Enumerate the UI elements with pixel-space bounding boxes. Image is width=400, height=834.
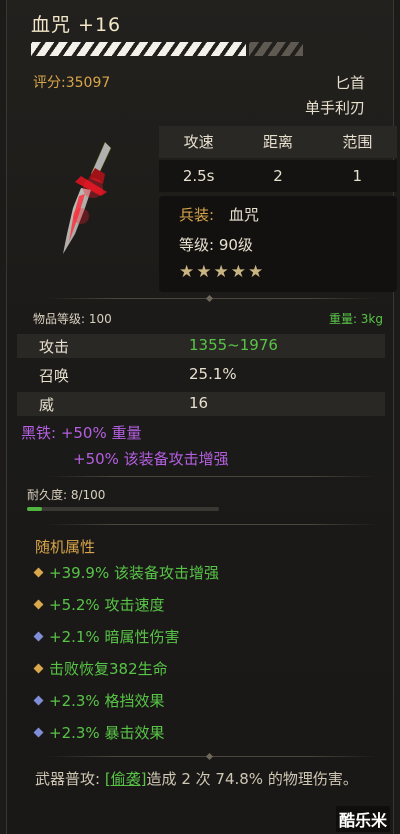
random-attribute: +2.3% 格挡效果 <box>33 690 165 711</box>
star-rating: ★★★★★ <box>179 262 266 282</box>
enhance-progress-bar <box>31 42 303 56</box>
attribute-value: 1355~1976 <box>189 336 278 354</box>
random-attribute: +2.1% 暗属性伤害 <box>33 626 180 647</box>
gem-icon <box>33 727 44 738</box>
item-weight: 重量: 3kg <box>328 312 383 326</box>
enhance-progress-filled <box>31 42 246 56</box>
weapon-stats-value-row: 2.5s 2 1 <box>159 160 397 192</box>
weapon-label-row: 兵装: 血咒 <box>179 204 259 225</box>
normal-attack-suffix: 造成 2 次 74.8% 的物理伤害。 <box>146 770 358 788</box>
weapon-level: 等级: 90级 <box>179 236 253 254</box>
gem-icon <box>33 631 44 642</box>
stat-header-attack-speed: 攻速 <box>183 133 214 151</box>
gem-icon <box>33 567 44 578</box>
section-divider <box>47 476 377 477</box>
gem-icon <box>33 599 44 610</box>
black-iron-line-1: 黑铁: +50% 重量 <box>21 424 142 442</box>
item-level: 物品等级: 100 <box>33 312 112 326</box>
attribute-label: 召唤 <box>39 367 70 385</box>
random-attribute-text: 击败恢复382生命 <box>49 660 168 678</box>
random-attribute: +39.9% 该装备攻击增强 <box>33 562 219 583</box>
section-divider <box>47 524 377 525</box>
skill-link[interactable]: [偷袭] <box>105 770 147 788</box>
normal-attack-description: 武器普攻: [偷袭]造成 2 次 74.8% 的物理伤害。 <box>35 768 375 790</box>
attribute-row: 攻击 1355~1976 <box>17 334 385 358</box>
attribute-row: 召唤 25.1% <box>17 363 385 387</box>
item-score: 评分:35097 <box>33 75 111 91</box>
watermark-logo: 酷乐米 <box>335 806 390 832</box>
gem-icon <box>33 695 44 706</box>
weapon-name: 血咒 <box>228 206 259 224</box>
stat-header-area: 范围 <box>342 133 373 151</box>
random-attribute: +2.3% 暴击效果 <box>33 722 165 743</box>
attribute-value: 16 <box>189 394 209 412</box>
weapon-stats-table: 攻速 距离 范围 2.5s 2 1 <box>159 126 397 192</box>
item-tooltip-panel: 血咒 +16 评分:35097 匕首 单手利刃 攻速 距离 范围 2.5s 2 <box>6 0 397 834</box>
durability-label: 耐久度: 8/100 <box>27 488 106 502</box>
section-divider <box>47 752 377 761</box>
random-attribute-text: +39.9% 该装备攻击增强 <box>49 564 219 582</box>
dagger-icon <box>63 141 112 254</box>
random-attribute: +5.2% 攻击速度 <box>33 594 165 615</box>
weapon-stats-header-row: 攻速 距离 范围 <box>159 126 397 158</box>
random-attribute-text: +2.3% 暴击效果 <box>49 724 165 742</box>
durability-bar <box>27 507 219 511</box>
stat-value-range: 2 <box>273 167 283 185</box>
durability-bar-fill <box>27 507 43 511</box>
weapon-type: 匕首 <box>334 74 365 92</box>
black-iron-line-2: +50% 该装备攻击增强 <box>73 450 229 468</box>
random-attribute-text: +2.1% 暗属性伤害 <box>49 628 180 646</box>
stat-value-area: 1 <box>352 167 363 185</box>
random-attribute: 击败恢复382生命 <box>33 658 168 679</box>
section-divider <box>47 294 377 303</box>
gem-icon <box>33 663 44 674</box>
attribute-label: 攻击 <box>39 338 70 356</box>
attribute-label: 威 <box>39 396 55 414</box>
stat-header-range: 距离 <box>262 133 293 151</box>
attribute-value: 25.1% <box>189 365 237 383</box>
attribute-row: 威 16 <box>17 392 385 416</box>
normal-attack-prefix: 武器普攻: <box>35 770 105 788</box>
random-attributes-title: 随机属性 <box>35 538 96 556</box>
random-attribute-text: +5.2% 攻击速度 <box>49 596 165 614</box>
enhance-progress-empty <box>249 42 303 56</box>
item-name: 血咒 +16 <box>31 14 122 36</box>
random-attribute-text: +2.3% 格挡效果 <box>49 692 165 710</box>
weapon-info-box: 兵装: 血咒 等级: 90级 ★★★★★ <box>159 196 397 292</box>
stat-value-attack-speed: 2.5s <box>182 167 215 185</box>
weapon-label: 兵装: <box>179 206 215 224</box>
weapon-hand-type: 单手利刃 <box>304 99 365 117</box>
